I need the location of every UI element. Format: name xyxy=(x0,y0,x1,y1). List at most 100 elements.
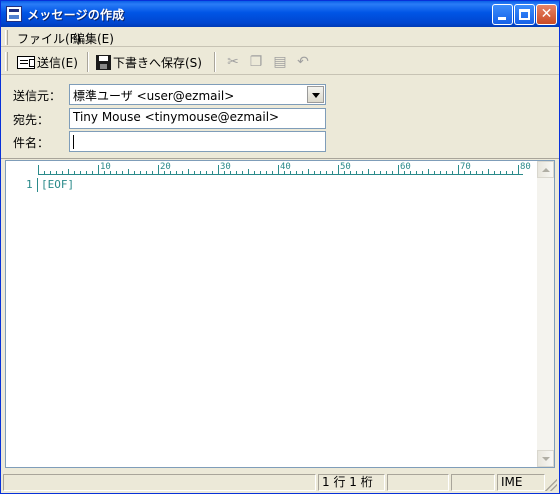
subject-label: 件名： xyxy=(13,136,50,150)
ruler-tick xyxy=(194,171,195,175)
ruler-tick xyxy=(248,169,249,175)
scroll-up-arrow-icon[interactable] xyxy=(537,161,554,178)
ruler-tick xyxy=(62,171,63,175)
copy-icon[interactable]: ❐ xyxy=(248,54,264,70)
ruler-tick xyxy=(242,171,243,175)
ruler-tick xyxy=(386,171,387,175)
ruler-tick xyxy=(122,171,123,175)
ruler-tick xyxy=(254,171,255,175)
eof-marker: [EOF] xyxy=(41,178,75,191)
floppy-disk-icon xyxy=(96,54,111,70)
send-button[interactable]: 送信(E) xyxy=(17,52,78,72)
window-title: メッセージの作成 xyxy=(27,8,125,22)
toolbar-separator xyxy=(214,52,216,72)
app-icon[interactable] xyxy=(6,6,22,22)
maximize-button[interactable] xyxy=(514,4,535,25)
from-label: 送信元： xyxy=(13,89,62,103)
ruler-tick xyxy=(356,171,357,175)
paste-icon[interactable]: ▤ xyxy=(272,54,288,70)
menu-edit[interactable]: 編集(E) xyxy=(73,30,114,47)
undo-icon[interactable]: ↶ xyxy=(295,54,311,70)
column-ruler: 10 20 30 40 50 60 70 80 xyxy=(38,162,531,175)
maximize-icon xyxy=(519,9,530,20)
ruler-number: 60 xyxy=(400,162,411,172)
ruler-tick xyxy=(440,171,441,175)
status-bar: 1 行 1 桁 IME xyxy=(1,472,559,493)
save-draft-button-label: 下書きへ保存(S) xyxy=(113,55,202,70)
status-ime: IME xyxy=(497,474,545,491)
ruler-tick xyxy=(458,165,459,175)
ruler-tick xyxy=(68,169,69,175)
ruler-number: 50 xyxy=(340,162,351,172)
ruler-tick xyxy=(206,171,207,175)
menu-file[interactable]: ファイル(F) xyxy=(17,30,81,47)
menubar-grip-icon[interactable] xyxy=(5,30,8,45)
status-panel xyxy=(387,474,449,491)
ruler-tick xyxy=(422,171,423,175)
ruler-tick xyxy=(98,165,99,175)
ruler-tick xyxy=(416,171,417,175)
ruler-tick xyxy=(44,171,45,175)
line-number: 1 xyxy=(26,178,33,191)
ruler-tick xyxy=(446,171,447,175)
ruler-number: 80 xyxy=(520,162,531,172)
ruler-tick xyxy=(278,165,279,175)
ruler-tick xyxy=(74,171,75,175)
status-panel xyxy=(451,474,495,491)
ruler-number: 30 xyxy=(220,162,231,172)
close-button[interactable]: ✕ xyxy=(536,4,557,25)
ruler-tick xyxy=(92,171,93,175)
from-select[interactable]: 標準ユーザ <user@ezmail> xyxy=(69,84,326,105)
ruler-tick xyxy=(200,171,201,175)
ruler-tick xyxy=(152,171,153,175)
ruler-tick xyxy=(518,165,519,175)
status-cursor-position: 1 行 1 桁 xyxy=(318,474,385,491)
ruler-number: 20 xyxy=(160,162,171,172)
subject-field[interactable] xyxy=(69,131,326,152)
chevron-down-icon[interactable] xyxy=(307,86,324,103)
ruler-tick xyxy=(182,171,183,175)
send-icon xyxy=(17,55,35,69)
vertical-scrollbar[interactable] xyxy=(537,161,554,467)
ruler-tick xyxy=(338,165,339,175)
ruler-tick xyxy=(272,171,273,175)
ruler-tick xyxy=(50,171,51,175)
ruler-tick xyxy=(512,171,513,175)
ruler-tick xyxy=(56,171,57,175)
scroll-down-arrow-icon[interactable] xyxy=(537,450,554,467)
ruler-tick xyxy=(308,169,309,175)
ruler-tick xyxy=(494,171,495,175)
ruler-tick xyxy=(368,169,369,175)
ruler-tick xyxy=(362,171,363,175)
from-value: 標準ユーザ <user@ezmail> xyxy=(73,89,235,103)
ruler-tick xyxy=(266,171,267,175)
ruler-tick xyxy=(476,171,477,175)
ruler-tick xyxy=(380,171,381,175)
ruler-tick xyxy=(134,171,135,175)
minimize-button[interactable] xyxy=(492,4,513,25)
to-field[interactable]: Tiny Mouse <tinymouse@ezmail> xyxy=(69,108,326,129)
resize-grip-icon[interactable] xyxy=(545,479,557,491)
menu-bar: ファイル(F) 編集(E) xyxy=(1,27,559,47)
ruler-tick xyxy=(158,165,159,175)
line-gutter-divider xyxy=(37,178,38,192)
ruler-tick xyxy=(212,171,213,175)
save-draft-button[interactable]: 下書きへ保存(S) xyxy=(96,52,202,72)
ruler-tick xyxy=(374,171,375,175)
toolbar-separator xyxy=(87,52,89,72)
ruler-number: 70 xyxy=(460,162,471,172)
cut-icon[interactable]: ✂ xyxy=(225,54,241,70)
title-bar[interactable]: メッセージの作成 ✕ xyxy=(1,1,559,27)
text-caret xyxy=(73,135,74,149)
toolbar-grip-icon[interactable] xyxy=(5,52,8,71)
ruler-tick xyxy=(482,171,483,175)
ruler-tick xyxy=(320,171,321,175)
ruler-tick xyxy=(314,171,315,175)
ruler-tick xyxy=(332,171,333,175)
message-body-editor[interactable]: 10 20 30 40 50 60 70 80 1 [EOF] xyxy=(5,160,555,468)
ruler-tick xyxy=(326,171,327,175)
ruler-tick xyxy=(302,171,303,175)
ruler-tick xyxy=(296,171,297,175)
ruler-number: 40 xyxy=(280,162,291,172)
ruler-tick xyxy=(260,171,261,175)
